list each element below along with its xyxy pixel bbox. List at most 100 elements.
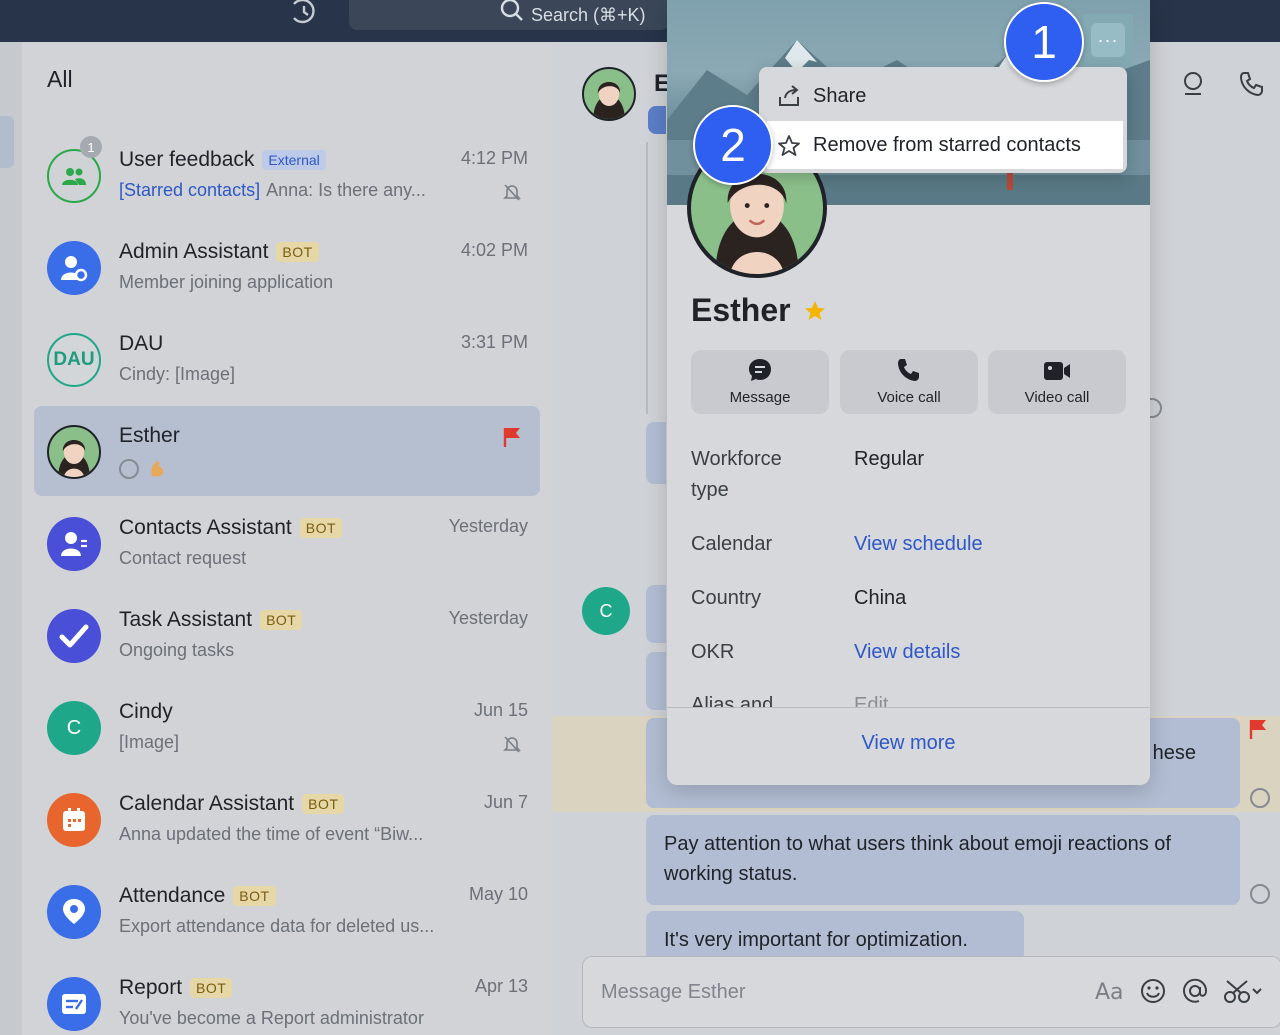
starred-tag: [Starred contacts] xyxy=(119,180,261,200)
message-text-partial: hese xyxy=(1152,742,1196,764)
chat-name: Calendar Assistant BOT xyxy=(119,792,345,816)
info-label-alias: Alias and xyxy=(691,694,774,707)
bot-badge: BOT xyxy=(276,242,319,262)
person-photo-icon xyxy=(593,81,625,119)
external-badge: External xyxy=(262,150,326,170)
contacts-assistant-avatar xyxy=(47,517,101,571)
flag-icon[interactable] xyxy=(1248,718,1268,740)
calendar-icon xyxy=(63,808,85,831)
alias-edit-link[interactable]: Edit xyxy=(854,694,888,707)
starred-icon[interactable] xyxy=(803,299,827,323)
scissors-icon[interactable] xyxy=(1223,977,1263,1005)
read-status-icon xyxy=(1250,884,1270,904)
left-nav-strip xyxy=(0,42,22,1035)
text-format-icon[interactable]: Aa xyxy=(1095,977,1125,1005)
emoji-icon[interactable] xyxy=(1139,977,1167,1005)
more-options-button[interactable]: ··· xyxy=(1083,14,1133,66)
search-chat-icon[interactable] xyxy=(1180,70,1208,98)
calendar-assistant-avatar xyxy=(47,793,101,847)
chat-preview: [Starred contacts] Anna: Is there any... xyxy=(119,180,426,200)
chat-name: User feedback External xyxy=(119,148,326,172)
person-photo-icon xyxy=(58,439,90,477)
attendance-avatar xyxy=(47,885,101,939)
task-assistant-avatar xyxy=(47,609,101,663)
chat-item-calendar-assistant[interactable]: Calendar Assistant BOT Anna updated the t… xyxy=(34,774,540,864)
unread-count: 1 xyxy=(80,136,102,158)
chat-time: Apr 13 xyxy=(474,976,528,996)
bot-badge: BOT xyxy=(299,518,343,538)
info-label-country: Country xyxy=(691,587,762,609)
chat-preview: [Image] xyxy=(119,732,180,752)
message-bubble-hidden xyxy=(646,422,666,484)
chat-name: DAU xyxy=(119,332,164,355)
video-call-button[interactable]: Video call xyxy=(988,350,1126,414)
chat-header-tab-marker xyxy=(648,106,666,134)
chat-preview: You've become a Report administrator xyxy=(119,1008,424,1028)
chat-name: Cindy xyxy=(119,700,173,723)
chat-item-esther[interactable]: Esther xyxy=(34,406,540,496)
step-marker-1: 1 xyxy=(1004,2,1084,82)
muscle-emoji-icon xyxy=(151,461,164,477)
flag-icon[interactable] xyxy=(502,426,522,448)
info-label-workforce: Workforce type xyxy=(691,448,782,501)
video-camera-icon xyxy=(1044,362,1070,380)
chat-item-admin-assistant[interactable]: Admin Assistant BOT Member joining applic… xyxy=(34,222,540,312)
search-placeholder: Search (⌘+K) xyxy=(531,4,646,25)
chat-list: All 1 User feedback External [Starred con… xyxy=(22,42,552,1035)
user-gear-icon xyxy=(61,256,88,282)
info-value-workforce: Regular xyxy=(854,448,925,470)
nav-selection-marker xyxy=(0,116,14,168)
menu-item-remove-starred[interactable]: Remove from starred contacts xyxy=(767,121,1123,169)
report-avatar xyxy=(47,977,101,1031)
group-icon xyxy=(62,168,86,185)
phone-icon xyxy=(898,359,919,381)
chat-preview: Anna updated the time of event “Biw... xyxy=(119,824,424,844)
mute-bell-icon xyxy=(503,736,521,753)
message-thread-line xyxy=(646,142,648,414)
chat-time: Yesterday xyxy=(448,516,528,536)
chat-preview: Export attendance data for deleted us... xyxy=(119,916,435,936)
voice-call-button[interactable]: Voice call xyxy=(840,350,978,414)
message-button[interactable]: Message xyxy=(691,350,829,414)
search-bar[interactable]: Search (⌘+K) xyxy=(349,0,669,30)
message-bubble[interactable]: It's very important for optimization. xyxy=(646,911,1024,961)
chat-item-cindy[interactable]: C Cindy [Image] Jun 15 xyxy=(34,682,540,772)
message-bubble-hidden xyxy=(646,585,666,643)
esther-avatar xyxy=(47,425,101,479)
info-value-country: China xyxy=(854,587,907,609)
bot-badge: BOT xyxy=(260,610,303,630)
menu-item-share[interactable]: Share xyxy=(759,72,1127,120)
chat-item-user-feedback[interactable]: 1 User feedback External [Starred contact… xyxy=(34,130,540,220)
info-label-okr: OKR xyxy=(691,641,735,663)
chat-item-dau[interactable]: DAU DAU Cindy: [Image] 3:31 PM xyxy=(34,314,540,404)
composer-tools: Aa xyxy=(1095,977,1263,1005)
chat-item-contacts-assistant[interactable]: Contacts Assistant BOT Contact request Ye… xyxy=(34,498,540,588)
view-more-link[interactable]: View more xyxy=(667,732,1150,755)
message-bubble[interactable]: Pay attention to what users think about … xyxy=(646,815,1240,905)
bot-badge: BOT xyxy=(233,886,276,906)
view-details-link[interactable]: View details xyxy=(854,641,960,664)
phone-icon[interactable] xyxy=(1238,70,1266,98)
chat-item-report[interactable]: Report BOT You've become a Report adminis… xyxy=(34,958,540,1035)
chat-name: Contacts Assistant BOT xyxy=(119,516,343,540)
cindy-avatar[interactable]: C xyxy=(582,587,630,635)
chat-name: Attendance BOT xyxy=(119,884,276,908)
mention-icon[interactable] xyxy=(1181,977,1209,1005)
status-ring-icon xyxy=(119,459,139,479)
svg-text:Aa: Aa xyxy=(1095,980,1124,1005)
history-icon[interactable] xyxy=(288,0,320,24)
message-composer[interactable]: Message Esther Aa xyxy=(582,956,1280,1028)
chat-item-task-assistant[interactable]: Task Assistant BOT Ongoing tasks Yesterda… xyxy=(34,590,540,680)
chat-time: 3:31 PM xyxy=(460,332,528,352)
chat-preview: Contact request xyxy=(119,548,247,568)
chat-time: Jun 15 xyxy=(473,700,528,720)
chat-header-avatar[interactable] xyxy=(582,67,636,121)
view-schedule-link[interactable]: View schedule xyxy=(854,533,983,556)
chat-time: Jun 7 xyxy=(483,792,528,812)
info-row-clipped: Alias and Edit xyxy=(667,690,1150,707)
profile-name: Esther xyxy=(691,292,827,329)
composer-placeholder: Message Esther xyxy=(601,981,746,1003)
chat-time: 4:02 PM xyxy=(460,240,528,260)
chat-item-attendance[interactable]: Attendance BOT Export attendance data for… xyxy=(34,866,540,956)
chat-name: Admin Assistant BOT xyxy=(119,240,319,264)
